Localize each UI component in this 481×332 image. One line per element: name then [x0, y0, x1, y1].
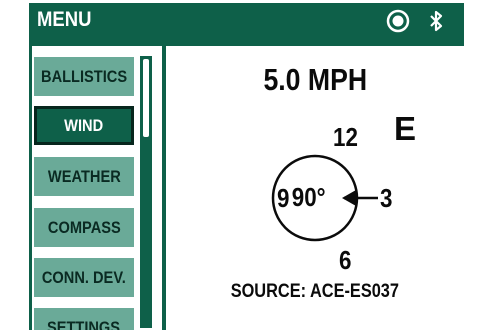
wind-angle: 90° — [291, 182, 326, 212]
sidebar-item-ballistics[interactable]: BALLISTICS — [34, 57, 134, 96]
wind-arrow-head — [342, 190, 356, 206]
sidebar-scrollbar[interactable] — [140, 56, 152, 328]
sidebar-item-wind[interactable]: WIND — [34, 106, 134, 145]
page-title: MENU — [37, 8, 92, 31]
sidebar-item-settings[interactable]: SETTINGS — [34, 308, 134, 330]
clock-label-3: 3 — [379, 183, 393, 213]
wind-source: SOURCE: ACE-ES037 — [230, 281, 400, 302]
sidebar-item-compass[interactable]: COMPASS — [34, 208, 134, 247]
record-icon — [386, 9, 410, 33]
sidebar-item-conn-dev[interactable]: CONN. DEV. — [34, 258, 134, 297]
title-bar: MENU — [29, 3, 464, 39]
wind-panel: 5.0 MPH E 12 3 6 9 90° SOURCE: ACE-ES037 — [166, 46, 464, 330]
clock-label-6: 6 — [338, 245, 352, 275]
bluetooth-icon — [424, 9, 448, 33]
sidebar-menu: BALLISTICS WIND WEATHER COMPASS CONN. DE… — [32, 46, 162, 330]
sidebar-item-weather[interactable]: WEATHER — [34, 157, 134, 196]
device-frame: MENU BALLISTICS WIND WEATHER COMPASS CON… — [29, 3, 464, 330]
clock-label-12: 12 — [332, 122, 358, 152]
scrollbar-thumb[interactable] — [143, 59, 149, 137]
